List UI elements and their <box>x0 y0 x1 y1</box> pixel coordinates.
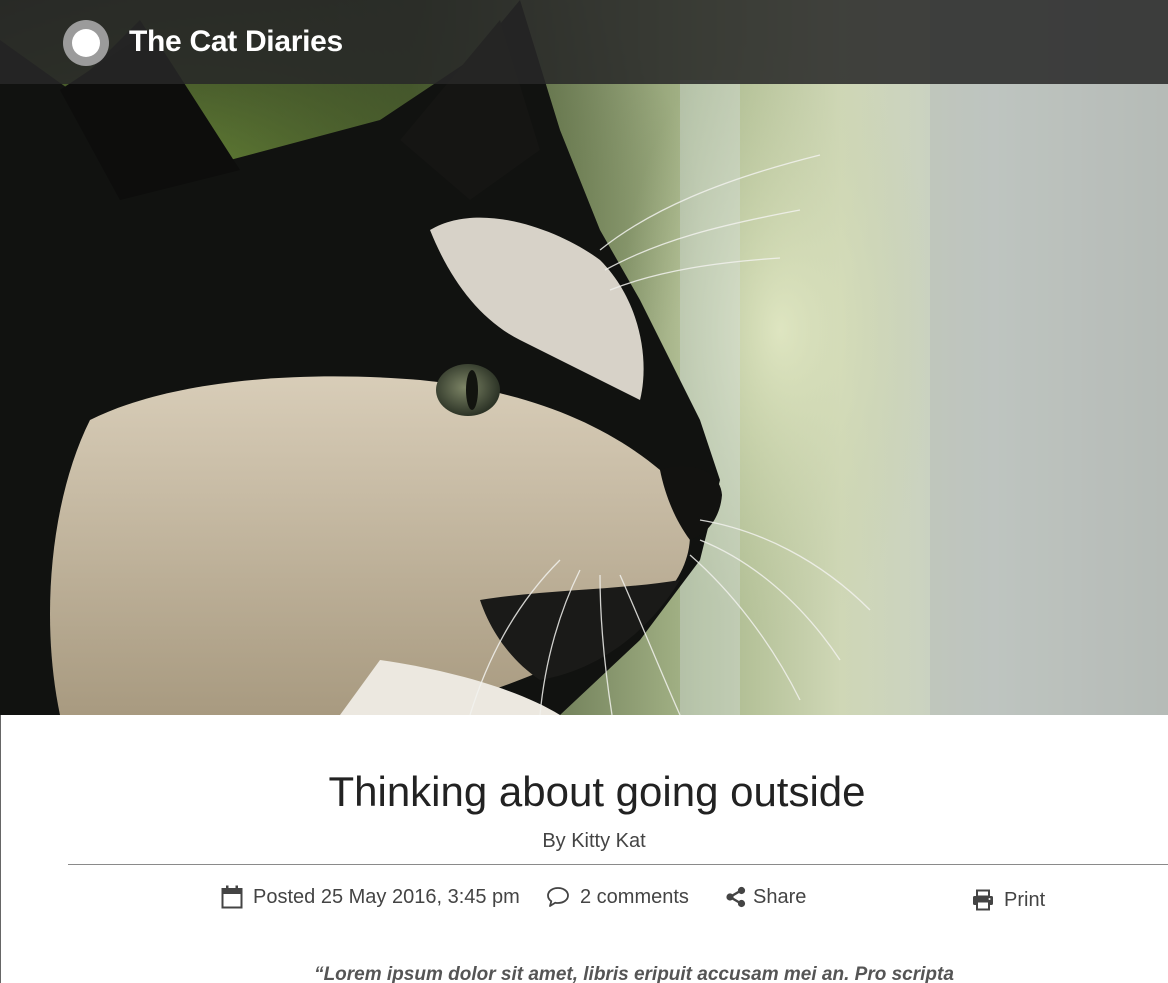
printer-icon <box>973 889 993 911</box>
article-byline: By Kitty Kat <box>542 830 646 852</box>
calendar-icon <box>221 885 243 909</box>
share-button[interactable]: Share <box>725 883 806 911</box>
speech-bubble-icon <box>547 887 569 907</box>
circle-logo-icon[interactable] <box>63 20 109 66</box>
share-label: Share <box>753 885 807 908</box>
site-title[interactable]: The Cat Diaries <box>129 22 343 62</box>
header-divider <box>68 864 1168 865</box>
print-label: Print <box>1004 888 1046 911</box>
page: The Cat Diaries Thinking about going out… <box>0 0 1168 983</box>
article-pull-quote: “Lorem ipsum dolor sit amet, libris erip… <box>314 964 954 983</box>
comments-link[interactable]: 2 comments <box>546 883 689 911</box>
comments-count: 2 comments <box>580 885 689 908</box>
cat-photo <box>0 0 1168 715</box>
article-title: Thinking about going outside <box>328 768 866 815</box>
print-button[interactable]: Print <box>972 886 1045 914</box>
post-date: Posted 25 May 2016, 3:45 pm <box>221 883 520 911</box>
hero-image <box>0 0 1168 715</box>
post-date-text: Posted 25 May 2016, 3:45 pm <box>253 885 520 908</box>
site-header: The Cat Diaries <box>0 0 1168 84</box>
share-icon <box>726 886 746 908</box>
